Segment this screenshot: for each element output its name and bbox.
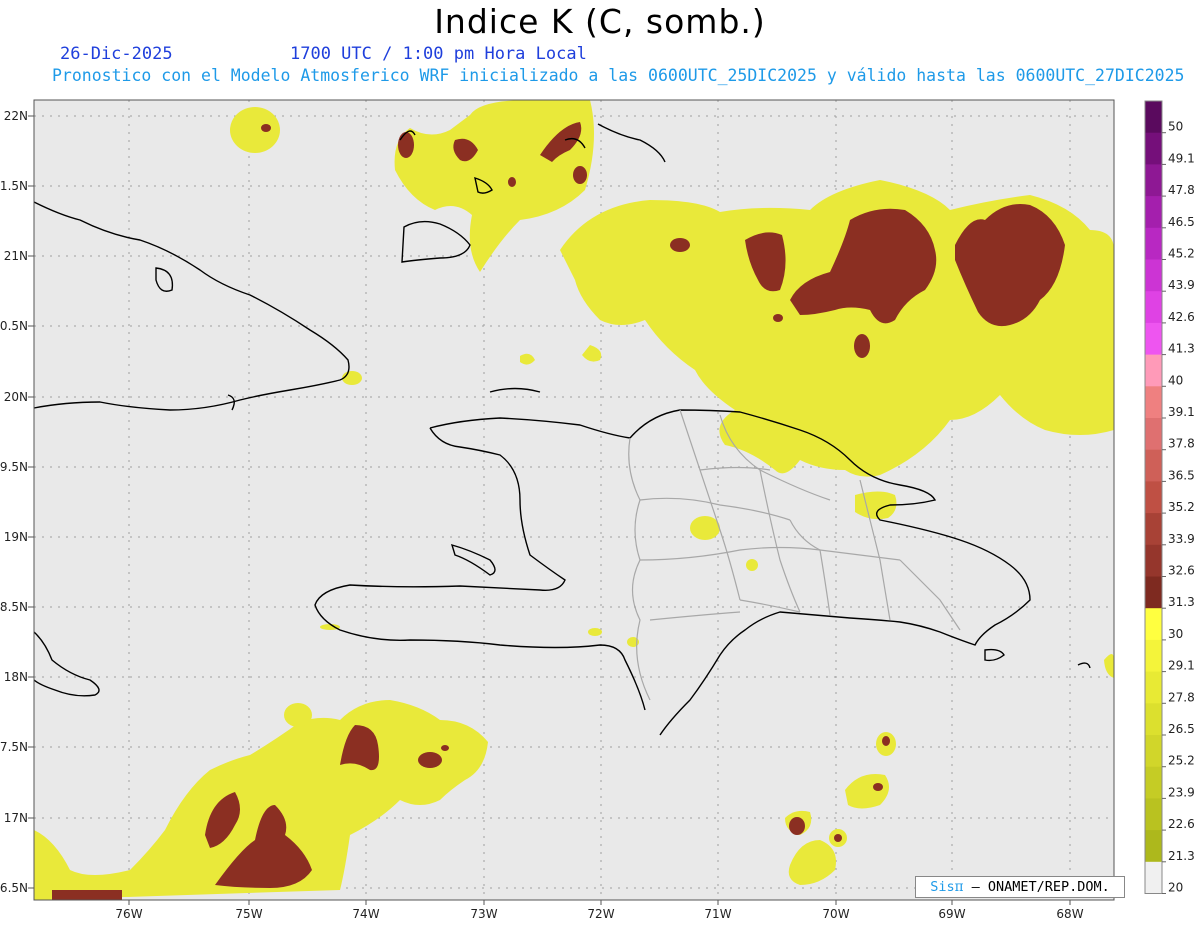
lon-label: 70W [822, 907, 849, 921]
k-area-nw-island [230, 107, 280, 153]
colorbar-label: 45.2 [1168, 247, 1195, 261]
colorbar-label: 25.2 [1168, 754, 1195, 768]
colorbar-swatch [1145, 196, 1162, 229]
map-canvas: 22N 21.5N 21N 20.5N 20N 19.5N 19N 18.5N … [0, 99, 1195, 921]
colorbar-swatch [1145, 322, 1162, 355]
colorbar-label: 35.2 [1168, 500, 1195, 514]
lat-label: 17.5N [0, 740, 28, 754]
lon-label: 72W [587, 907, 614, 921]
lon-label: 73W [470, 907, 497, 921]
colorbar-swatch [1145, 291, 1162, 324]
colorbar-label: 50 [1168, 120, 1183, 134]
colorbar-label: 32.6 [1168, 564, 1195, 578]
lat-label: 18.5N [0, 600, 28, 614]
colorbar-label: 37.8 [1168, 437, 1195, 451]
colorbar-swatch [1145, 164, 1162, 197]
colorbar-label: 29.1 [1168, 659, 1195, 673]
colorbar-label: 47.8 [1168, 183, 1195, 197]
colorbar-swatch [1145, 671, 1162, 704]
credit-box: Sisπ – ONAMET/REP.DOM. [915, 876, 1125, 898]
sispi-logo: Sis [930, 879, 955, 895]
colorbar-label: 30 [1168, 627, 1183, 641]
colorbar-label: 43.9 [1168, 278, 1195, 292]
lon-label: 71W [704, 907, 731, 921]
colorbar-label: 21.3 [1168, 849, 1195, 863]
colorbar-label: 49.1 [1168, 151, 1195, 165]
colorbar-swatch [1145, 354, 1162, 387]
colorbar-swatch [1145, 766, 1162, 799]
lat-label: 19N [4, 530, 28, 544]
colorbar-swatch [1145, 481, 1162, 514]
credit-text: – ONAMET/REP.DOM. [963, 879, 1110, 895]
lat-label: 20N [4, 390, 28, 404]
lat-label: 16.5N [0, 881, 28, 895]
lat-ticks [28, 115, 34, 889]
colorbar-swatch [1145, 608, 1162, 641]
colorbar-label: 40 [1168, 373, 1183, 387]
colorbar-label: 26.5 [1168, 722, 1195, 736]
lon-label: 75W [235, 907, 262, 921]
colorbar-label: 23.9 [1168, 785, 1195, 799]
colorbar-swatch [1145, 418, 1162, 451]
colorbar-label: 39.1 [1168, 405, 1195, 419]
lat-label: 22N [4, 109, 28, 123]
colorbar-swatch [1145, 735, 1162, 768]
colorbar-swatch [1145, 639, 1162, 672]
colorbar-swatch [1145, 861, 1162, 894]
lon-label: 69W [938, 907, 965, 921]
lat-label: 18N [4, 670, 28, 684]
colorbar-label: 46.5 [1168, 215, 1195, 229]
lat-label: 21N [4, 249, 28, 263]
colorbar-swatch [1145, 798, 1162, 831]
colorbar-swatch [1145, 101, 1162, 134]
latitude-labels: 22N 21.5N 21N 20.5N 20N 19.5N 19N 18.5N … [0, 109, 28, 895]
colorbar-label: 36.5 [1168, 468, 1195, 482]
colorbar: 50 49.1 47.8 46.5 45.2 43.9 42.6 41.3 40 39.1 37.8… [1144, 100, 1195, 895]
lat-label: 20.5N [0, 319, 28, 333]
colorbar-swatch [1145, 227, 1162, 260]
colorbar-swatch [1145, 449, 1162, 482]
lat-label: 17N [4, 811, 28, 825]
colorbar-swatch [1145, 703, 1162, 736]
lon-label: 68W [1056, 907, 1083, 921]
lon-label: 74W [352, 907, 379, 921]
colorbar-swatch [1145, 386, 1162, 419]
colorbar-label: 27.8 [1168, 690, 1195, 704]
colorbar-swatch [1145, 830, 1162, 863]
colorbar-swatch [1145, 576, 1162, 609]
colorbar-swatch [1145, 259, 1162, 292]
colorbar-label: 42.6 [1168, 310, 1195, 324]
colorbar-label: 20 [1168, 881, 1183, 895]
colorbar-label: 41.3 [1168, 342, 1195, 356]
colorbar-label: 22.6 [1168, 817, 1195, 831]
colorbar-swatch [1145, 544, 1162, 577]
longitude-labels: 76W 75W 74W 73W 72W 71W 70W 69W 68W [115, 907, 1083, 921]
colorbar-swatch [1145, 513, 1162, 546]
colorbar-swatch [1145, 132, 1162, 165]
lat-label: 19.5N [0, 460, 28, 474]
colorbar-label: 31.3 [1168, 595, 1195, 609]
colorbar-label: 33.9 [1168, 532, 1195, 546]
lat-label: 21.5N [0, 179, 28, 193]
lon-ticks [128, 900, 1071, 905]
lon-label: 76W [115, 907, 142, 921]
